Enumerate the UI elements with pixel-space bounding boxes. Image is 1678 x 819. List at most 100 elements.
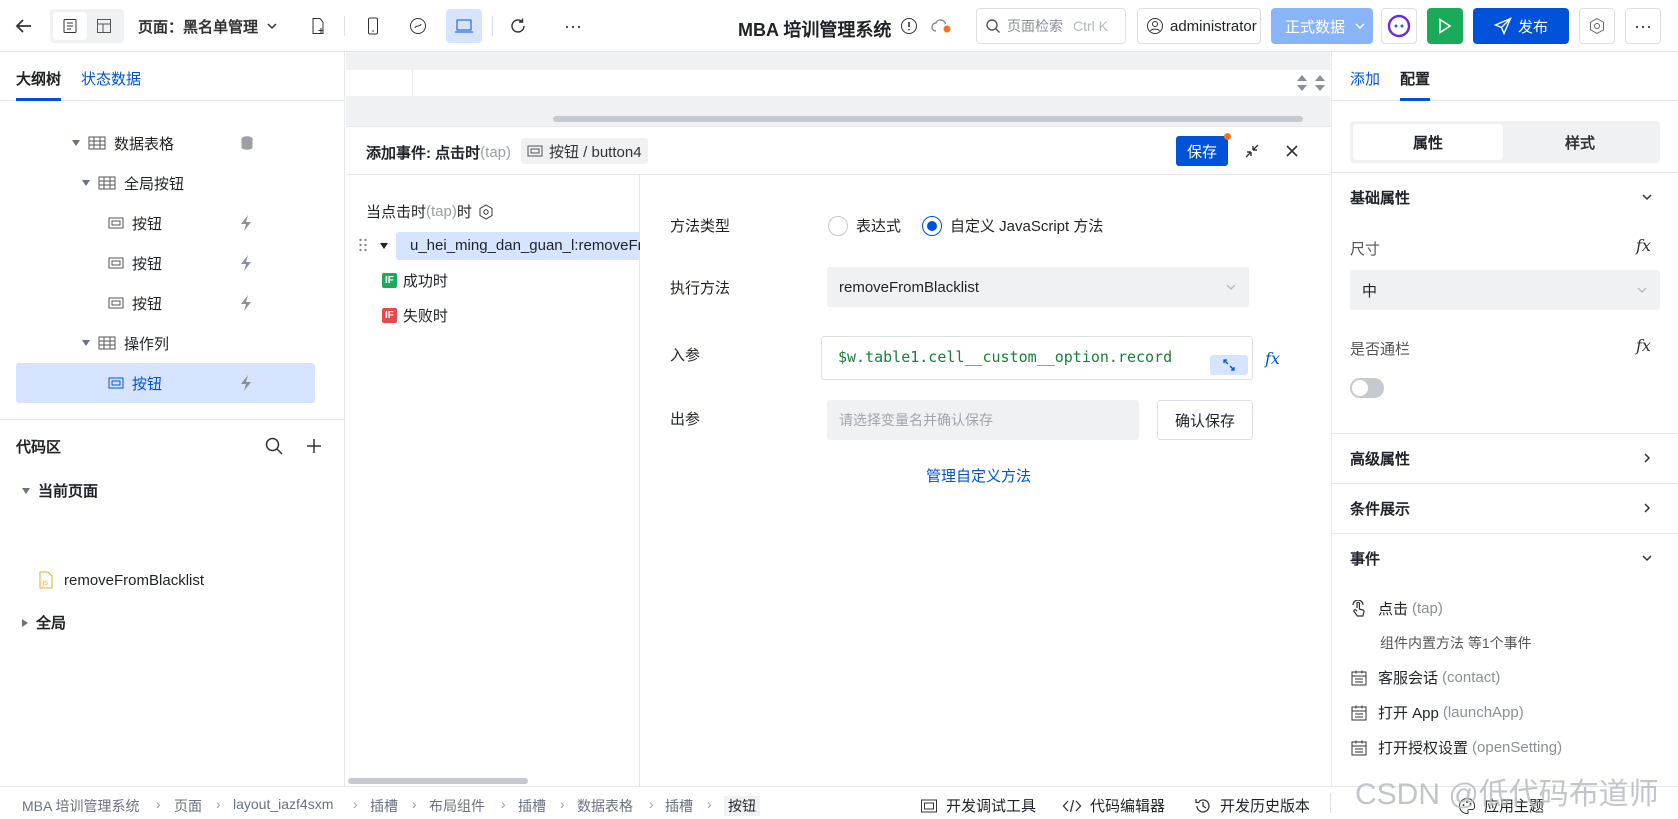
env-selector[interactable]: 正式数据: [1271, 8, 1373, 44]
section-events[interactable]: 事件: [1332, 533, 1678, 583]
watermark: CSDN @低代码布道师: [1355, 778, 1659, 811]
segment-properties[interactable]: 属性: [1353, 124, 1503, 160]
code-section-global[interactable]: 全局: [22, 612, 66, 633]
radio-expression-circle[interactable]: [828, 215, 848, 236]
dev-tools-button[interactable]: 开发调试工具: [920, 795, 1036, 816]
action-node-label: u_hei_ming_dan_guan_l:removeFro: [410, 237, 640, 254]
lightning-icon[interactable]: [238, 294, 254, 312]
ai-assistant-icon[interactable]: [1381, 8, 1417, 44]
fx-icon[interactable]: fx: [1265, 349, 1280, 368]
radio-custom-js[interactable]: 自定义 JavaScript 方法: [922, 215, 1103, 236]
publish-button[interactable]: 发布: [1473, 8, 1569, 44]
size-select[interactable]: 中: [1350, 270, 1660, 310]
breadcrumb-item[interactable]: MBA 培训管理系统: [22, 796, 139, 816]
event-tap-sub[interactable]: 组件内置方法 等1个事件: [1380, 633, 1532, 653]
tree-item-action-column[interactable]: 操作列: [16, 323, 315, 363]
database-icon[interactable]: [240, 135, 254, 151]
horizontal-scrollbar[interactable]: [348, 778, 528, 784]
tab-outline-tree[interactable]: 大纲树: [16, 68, 61, 89]
more-menu-icon[interactable]: ···: [1625, 8, 1661, 44]
tree-item-button-3[interactable]: 按钮: [16, 283, 315, 323]
view-toggle: [50, 9, 124, 43]
page-selector[interactable]: 页面：黑名单管理: [138, 9, 288, 43]
sort-icon[interactable]: [1314, 74, 1326, 92]
breadcrumb-item[interactable]: 布局组件: [429, 796, 485, 816]
lightning-icon[interactable]: [238, 374, 254, 392]
run-button[interactable]: [1427, 8, 1463, 44]
fail-branch[interactable]: IF 失败时: [382, 305, 448, 326]
settings-icon[interactable]: [1579, 8, 1615, 44]
section-conditional-display[interactable]: 条件展示: [1332, 483, 1678, 533]
collapse-icon[interactable]: [1244, 143, 1260, 159]
expand-icon[interactable]: [1210, 355, 1248, 375]
caret-down-icon[interactable]: [380, 243, 396, 249]
tab-config[interactable]: 配置: [1400, 68, 1430, 89]
breadcrumb-item[interactable]: layout_iazf4sxm: [233, 796, 333, 812]
breadcrumb-item[interactable]: 插槽: [665, 796, 693, 816]
page-list-icon[interactable]: [53, 12, 87, 40]
event-item-launch-app[interactable]: 打开 App (launchApp): [1350, 702, 1524, 723]
tab-state-data[interactable]: 状态数据: [81, 68, 141, 89]
lightning-icon[interactable]: [238, 254, 254, 272]
tab-add[interactable]: 添加: [1350, 68, 1380, 89]
output-param-input[interactable]: 请选择变量名并确认保存: [827, 400, 1139, 440]
code-file-item[interactable]: JS removeFromBlacklist: [38, 571, 204, 589]
fx-icon[interactable]: fx: [1636, 336, 1651, 355]
segment-style[interactable]: 样式: [1503, 124, 1657, 160]
section-advanced-props[interactable]: 高级属性: [1332, 433, 1678, 483]
tree-item-global-buttons[interactable]: 全局按钮: [16, 163, 315, 203]
sort-icon[interactable]: [1296, 74, 1308, 92]
event-item-tap[interactable]: 点击 (tap): [1350, 598, 1443, 619]
add-page-icon[interactable]: [306, 9, 330, 43]
horizontal-scrollbar[interactable]: [553, 116, 1303, 122]
save-button[interactable]: 保存: [1176, 136, 1228, 166]
tree-item-data-table[interactable]: 数据表格: [16, 123, 315, 163]
fx-icon[interactable]: fx: [1636, 236, 1651, 255]
close-icon[interactable]: [1284, 143, 1300, 159]
page-search-input[interactable]: 页面检索 Ctrl K: [976, 8, 1126, 44]
code-section-current-page[interactable]: 当前页面: [22, 480, 98, 501]
size-label: 尺寸: [1350, 241, 1381, 258]
radio-custom-circle[interactable]: [922, 215, 942, 236]
manage-custom-methods-link[interactable]: 管理自定义方法: [926, 465, 1031, 486]
radio-expression[interactable]: 表达式: [828, 215, 901, 236]
breadcrumb-item[interactable]: 数据表格: [577, 796, 633, 816]
success-branch[interactable]: IF 成功时: [382, 270, 448, 291]
save-label: 保存: [1186, 143, 1217, 161]
lightning-icon[interactable]: [238, 214, 254, 232]
full-width-toggle[interactable]: [1350, 378, 1384, 398]
action-node[interactable]: u_hei_ming_dan_guan_l:removeFro: [396, 232, 640, 260]
search-icon[interactable]: [264, 436, 284, 456]
tree-item-button-1[interactable]: 按钮: [16, 203, 315, 243]
drag-handle-icon[interactable]: [358, 237, 368, 253]
miniprogram-icon[interactable]: [406, 9, 430, 43]
back-arrow-icon[interactable]: [10, 9, 38, 43]
breadcrumb-current[interactable]: 按钮: [724, 796, 760, 816]
exec-method-select[interactable]: removeFromBlacklist: [827, 267, 1249, 307]
breadcrumb-item[interactable]: 插槽: [370, 796, 398, 816]
tree-item-label: 按钮: [132, 295, 163, 313]
add-icon[interactable]: [304, 436, 324, 456]
input-param-editor[interactable]: $w.table1.cell__custom__option.record: [821, 336, 1253, 380]
refresh-icon[interactable]: [506, 9, 530, 43]
info-icon[interactable]: [898, 9, 920, 43]
confirm-save-button[interactable]: 确认保存: [1157, 400, 1253, 440]
event-item-contact[interactable]: 客服会话 (contact): [1350, 667, 1500, 688]
cloud-icon[interactable]: [930, 9, 954, 43]
settings-icon[interactable]: [478, 203, 494, 220]
tree-item-button-selected[interactable]: 按钮: [16, 363, 315, 403]
button-icon: [108, 377, 124, 389]
layout-icon[interactable]: [87, 12, 121, 40]
tree-item-label: 数据表格: [114, 135, 175, 153]
breadcrumb-item[interactable]: 页面: [174, 796, 202, 816]
user-menu[interactable]: administrator: [1137, 8, 1261, 44]
tree-item-button-2[interactable]: 按钮: [16, 243, 315, 283]
desktop-view-icon[interactable]: [446, 9, 482, 43]
history-button[interactable]: 开发历史版本: [1194, 795, 1310, 816]
code-editor-button[interactable]: 代码编辑器: [1062, 795, 1165, 816]
breadcrumb-item[interactable]: 插槽: [518, 796, 546, 816]
event-item-open-setting[interactable]: 打开授权设置 (openSetting): [1350, 737, 1562, 758]
mobile-view-icon[interactable]: [361, 9, 385, 43]
more-icon[interactable]: ···: [560, 9, 586, 43]
section-basic-props[interactable]: 基础属性: [1332, 172, 1678, 222]
